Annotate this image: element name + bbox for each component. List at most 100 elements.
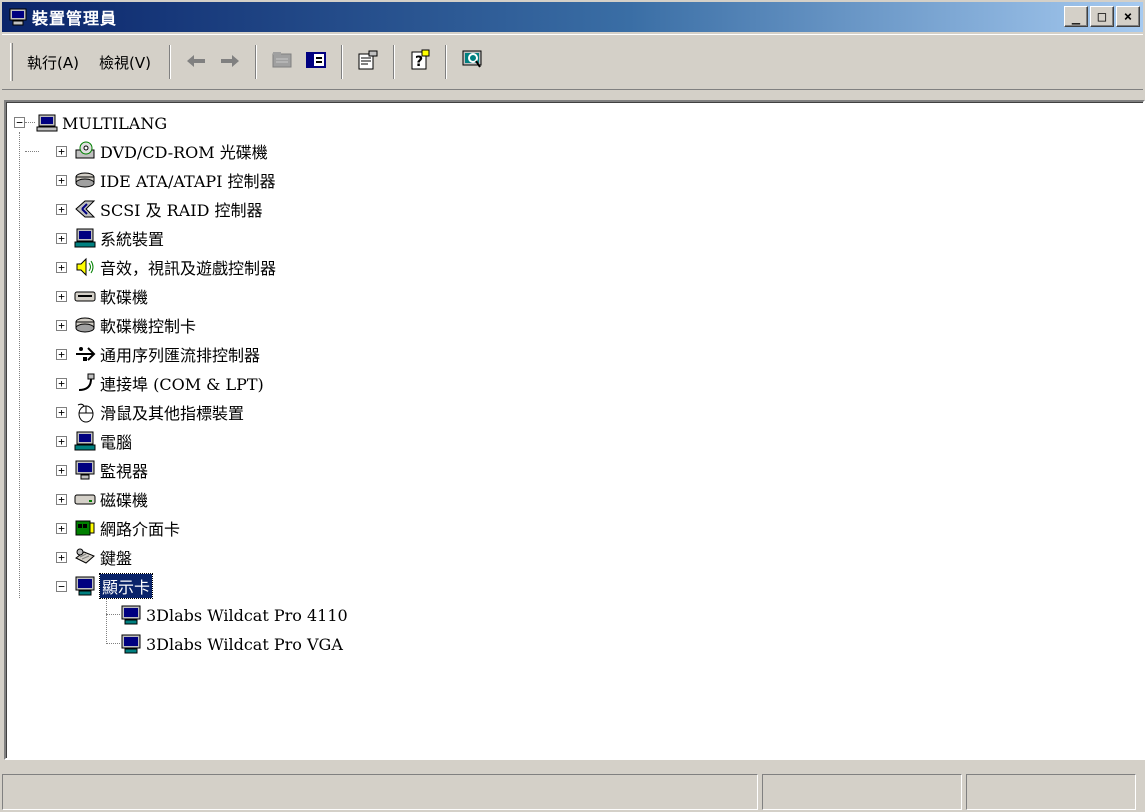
category-label: 滑鼠及其他指標裝置 xyxy=(100,404,245,423)
computer-icon xyxy=(36,112,58,134)
device-tree-pane[interactable]: − MULTILANG + DVD/CD-ROM 光碟機 + IDE ATA/A… xyxy=(4,100,1145,760)
tree-category-disk[interactable]: 磁碟機 xyxy=(74,485,148,513)
tree-category-network[interactable]: 網路介面卡 xyxy=(74,514,180,542)
tree-category-ide[interactable]: IDE ATA/ATAPI 控制器 xyxy=(74,166,276,194)
tree-root[interactable]: MULTILANG xyxy=(36,109,167,137)
caption-buttons: _ □ × xyxy=(1064,6,1140,27)
status-bar xyxy=(2,774,1143,812)
tree-line xyxy=(19,132,20,598)
tree-category-floppy[interactable]: 軟碟機 xyxy=(74,282,148,310)
category-expander[interactable]: + xyxy=(56,146,67,157)
help-icon: ? xyxy=(409,49,431,75)
category-expander[interactable]: + xyxy=(56,349,67,360)
floppy-drive-icon xyxy=(74,285,96,307)
computer-icon xyxy=(8,7,28,27)
tree-category-computer[interactable]: 電腦 xyxy=(74,427,132,455)
forward-button[interactable] xyxy=(215,47,245,77)
category-label: 通用序列匯流排控制器 xyxy=(100,346,261,365)
category-label: 軟碟機控制卡 xyxy=(100,317,197,336)
tree-line xyxy=(25,151,39,152)
close-button[interactable]: × xyxy=(1116,6,1140,27)
tree-category-usb[interactable]: 通用序列匯流排控制器 xyxy=(74,340,260,368)
tree-category-system[interactable]: 系統裝置 xyxy=(74,224,164,252)
mouse-icon xyxy=(74,401,96,423)
cd-rom-icon xyxy=(74,140,96,162)
tree-category-monitor[interactable]: 監視器 xyxy=(74,456,148,484)
properties-pane-icon xyxy=(305,50,327,74)
menu-view[interactable]: 檢視(V) xyxy=(89,48,161,77)
tree-category-sound[interactable]: 音效，視訊及遊戲控制器 xyxy=(74,253,276,281)
category-expander[interactable]: + xyxy=(56,233,67,244)
menu-action[interactable]: 執行(A) xyxy=(17,48,89,77)
tree-category-floppy-controller[interactable]: 軟碟機控制卡 xyxy=(74,311,196,339)
tree-category-scsi[interactable]: SCSI 及 RAID 控制器 xyxy=(74,195,263,223)
category-expander[interactable]: + xyxy=(56,204,67,215)
category-expander[interactable]: + xyxy=(56,262,67,273)
category-expander[interactable]: + xyxy=(56,320,67,331)
display-adapter-icon xyxy=(74,575,96,597)
category-label: 網路介面卡 xyxy=(100,520,181,539)
category-label: 音效，視訊及遊戲控制器 xyxy=(100,259,277,278)
computer-icon xyxy=(74,430,96,452)
port-cable-icon xyxy=(74,372,96,394)
category-expander[interactable]: + xyxy=(56,378,67,389)
category-expander[interactable]: + xyxy=(56,523,67,534)
toolbar-separator xyxy=(444,45,447,79)
toolbar-separator xyxy=(340,45,343,79)
tree-category-keyboard[interactable]: 鍵盤 xyxy=(74,543,132,571)
category-label: DVD/CD-ROM 光碟機 xyxy=(100,143,268,162)
back-button[interactable] xyxy=(181,47,211,77)
tree-line xyxy=(106,594,107,644)
category-expander[interactable]: + xyxy=(56,407,67,418)
back-icon xyxy=(185,50,207,74)
tree-category-mouse[interactable]: 滑鼠及其他指標裝置 xyxy=(74,398,244,426)
tree-device-wildcat-vga[interactable]: 3Dlabs Wildcat Pro VGA xyxy=(120,630,343,658)
help-button[interactable]: ? xyxy=(405,47,435,77)
ide-controller-icon xyxy=(74,169,96,191)
root-expander[interactable]: − xyxy=(14,117,25,128)
category-expander[interactable]: + xyxy=(56,552,67,563)
properties-button[interactable] xyxy=(353,47,383,77)
category-expander[interactable]: + xyxy=(56,175,67,186)
tree-root-label: MULTILANG xyxy=(62,113,168,133)
category-label-selected: 顯示卡 xyxy=(98,573,154,599)
category-label: IDE ATA/ATAPI 控制器 xyxy=(100,172,276,191)
toolbar: 執行(A) 檢視(V) ? xyxy=(2,34,1143,90)
up-level-button[interactable] xyxy=(267,47,297,77)
device-tree: − MULTILANG + DVD/CD-ROM 光碟機 + IDE ATA/A… xyxy=(6,102,1143,758)
scan-hardware-icon xyxy=(461,49,483,75)
toolbar-separator xyxy=(254,45,257,79)
tree-category-display[interactable]: 顯示卡 xyxy=(74,572,154,600)
category-label: 電腦 xyxy=(100,433,133,452)
forward-icon xyxy=(219,50,241,74)
tree-category-ports[interactable]: 連接埠 (COM & LPT) xyxy=(74,369,264,397)
category-label: SCSI 及 RAID 控制器 xyxy=(100,201,263,220)
category-expander[interactable]: + xyxy=(56,465,67,476)
system-device-icon xyxy=(74,227,96,249)
toolbar-separator xyxy=(392,45,395,79)
tree-line xyxy=(106,614,120,615)
scan-hardware-button[interactable] xyxy=(457,47,487,77)
toolbar-grip[interactable] xyxy=(10,43,13,81)
device-manager-window: 裝置管理員 _ □ × 執行(A) 檢視(V) ? − MULTILANG + … xyxy=(0,0,1145,812)
category-expander[interactable]: + xyxy=(56,494,67,505)
display-adapters-expander[interactable]: − xyxy=(56,581,67,592)
category-label: 磁碟機 xyxy=(100,491,149,510)
device-label: 3Dlabs Wildcat Pro VGA xyxy=(146,634,343,654)
monitor-icon xyxy=(74,459,96,481)
tree-category-dvd[interactable]: DVD/CD-ROM 光碟機 xyxy=(74,137,268,165)
window-title: 裝置管理員 xyxy=(32,9,118,28)
show-hide-tree-button[interactable] xyxy=(301,47,331,77)
minimize-button[interactable]: _ xyxy=(1064,6,1088,27)
tree-line xyxy=(25,122,35,123)
maximize-button[interactable]: □ xyxy=(1090,6,1114,27)
device-label: 3Dlabs Wildcat Pro 4110 xyxy=(146,605,348,625)
category-label: 軟碟機 xyxy=(100,288,149,307)
status-cell-right xyxy=(966,774,1136,810)
tree-device-wildcat-4110[interactable]: 3Dlabs Wildcat Pro 4110 xyxy=(120,601,348,629)
category-expander[interactable]: + xyxy=(56,291,67,302)
category-label: 鍵盤 xyxy=(100,549,133,568)
keyboard-icon xyxy=(74,546,96,568)
category-expander[interactable]: + xyxy=(56,436,67,447)
scsi-controller-icon xyxy=(74,198,96,220)
